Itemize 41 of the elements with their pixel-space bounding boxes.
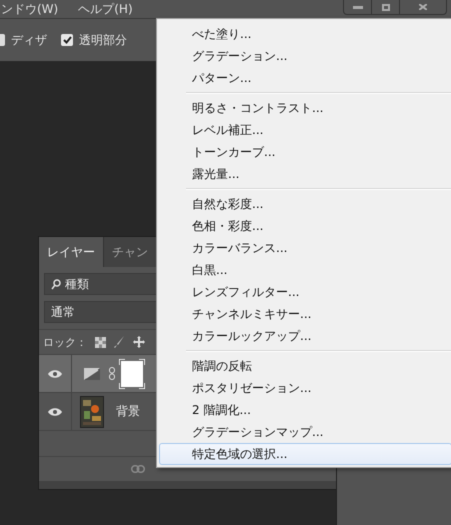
checkbox[interactable]: [61, 34, 73, 46]
minimize-icon[interactable]: [352, 6, 362, 8]
menu-item[interactable]: レンズフィルター...: [159, 281, 451, 303]
resize-grip[interactable]: [39, 481, 336, 489]
search-icon: [51, 278, 61, 290]
checkerboard-icon[interactable]: [95, 336, 106, 348]
menu-item[interactable]: 明るさ・コントラスト...: [159, 97, 451, 119]
checkbox-label: 透明部分: [79, 32, 127, 48]
checkbox-label: ディザ: [11, 32, 47, 48]
menu-item[interactable]: 特定色域の選択...: [159, 443, 451, 465]
menu-item[interactable]: カラールックアップ...: [159, 325, 451, 347]
link-icon[interactable]: [131, 465, 145, 473]
maximize-icon[interactable]: [382, 4, 390, 10]
menu-item[interactable]: ポスタリゼーション...: [159, 377, 451, 399]
menu-item[interactable]: チャンネルミキサー...: [159, 303, 451, 325]
menu-item[interactable]: 2 階調化...: [159, 399, 451, 421]
move-icon[interactable]: [133, 336, 145, 348]
menu-item[interactable]: べた塗り...: [159, 23, 451, 45]
eye-icon[interactable]: [47, 406, 63, 416]
close-icon[interactable]: [419, 4, 427, 10]
gradient-icon: [84, 368, 100, 380]
menu-item[interactable]: 露光量...: [159, 163, 451, 185]
menu-item[interactable]: レベル補正...: [159, 119, 451, 141]
link-icon[interactable]: [109, 367, 115, 380]
menu-item[interactable]: 色相・彩度...: [159, 215, 451, 237]
menu-item[interactable]: トーンカーブ...: [159, 141, 451, 163]
menu-item[interactable]: パターン...: [159, 67, 451, 89]
menu-item[interactable]: グラデーションマップ...: [159, 421, 451, 443]
layer-name: 背景: [116, 403, 140, 420]
eye-icon[interactable]: [47, 368, 63, 378]
brush-icon[interactable]: [114, 336, 125, 348]
menu-bar-item[interactable]: ヘルプ(H): [78, 0, 133, 18]
menu-item[interactable]: 自然な彩度...: [159, 193, 451, 215]
mask-thumbnail[interactable]: [119, 358, 145, 388]
menu-item[interactable]: 白黒...: [159, 259, 451, 281]
menu-item[interactable]: カラーバランス...: [159, 237, 451, 259]
menu-item[interactable]: グラデーション...: [159, 45, 451, 67]
lock-label: ロック：: [43, 334, 87, 350]
menu-bar-item[interactable]: ンドウ(W): [1, 0, 58, 18]
menu-item[interactable]: 階調の反転: [159, 355, 451, 377]
panel-tab[interactable]: レイヤー: [39, 237, 104, 267]
